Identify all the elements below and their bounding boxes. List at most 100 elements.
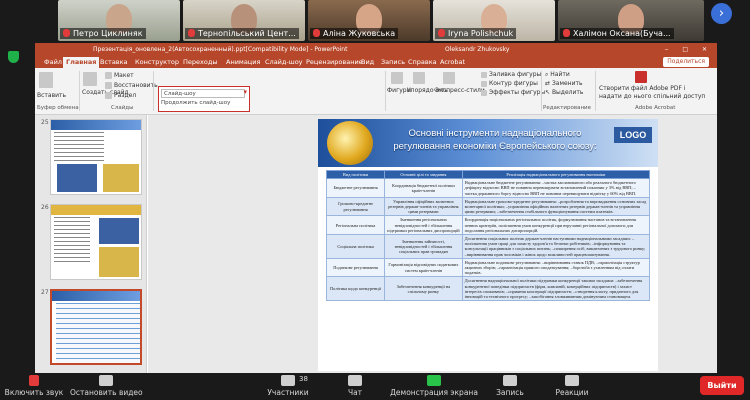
participant-tile[interactable]: Тернопільський Цент... <box>183 0 305 41</box>
policy-cell: Регіональна політика <box>325 215 386 236</box>
participant-tile[interactable]: Iryna Polishchuk <box>433 0 555 41</box>
dropdown-item-continue[interactable]: Продолжить слайд-шоу <box>161 100 230 106</box>
participant-tile[interactable]: Аліна Жуковська <box>308 0 430 41</box>
leave-button[interactable]: Выйти <box>700 376 744 395</box>
shapes-button[interactable] <box>391 72 405 84</box>
share-screen-icon <box>427 375 441 386</box>
record-button[interactable]: Запись <box>490 375 530 397</box>
table-header-cell: Основні цілі та завдання <box>384 169 463 180</box>
adobe-label-1[interactable]: Створити файл Adobe PDF і <box>599 85 686 92</box>
adobe-pdf-button[interactable] <box>635 71 649 83</box>
select-button[interactable]: ↖ Выделить <box>545 89 583 96</box>
slide-editor[interactable]: Основні інструменти наднаціонального рег… <box>148 115 717 373</box>
tab-view[interactable]: Вид <box>358 57 377 68</box>
new-slide-button[interactable] <box>83 72 99 86</box>
participants-button[interactable]: Участники <box>258 375 318 397</box>
zoom-meeting-window: Петро Циклиняк Тернопільський Цент... Ал… <box>0 0 750 400</box>
slide-thumbnails-panel[interactable]: 25 26 27 <box>35 115 147 373</box>
policy-cell: Політика щодо конкуренції <box>325 276 386 302</box>
slide-thumbnail[interactable] <box>50 119 142 195</box>
reactions-button[interactable]: Реакции <box>550 375 594 397</box>
tab-animations[interactable]: Анимация <box>223 57 263 68</box>
regulation-cell: Наднаціональне податкове регулювання: –в… <box>461 257 651 278</box>
participant-tile[interactable]: Халімон Оксана(Буча... <box>558 0 704 41</box>
tab-file[interactable]: Файл <box>41 57 65 68</box>
slide-thumbnail-selected[interactable] <box>50 289 142 365</box>
window-controls[interactable]: ‒ □ ✕ <box>665 43 713 56</box>
chat-button[interactable]: Чат <box>340 375 370 397</box>
next-page-chevron-icon[interactable]: › <box>711 3 732 24</box>
adobe-group-label: Adobe Acrobat <box>635 105 676 111</box>
tab-slideshow[interactable]: Слайд-шоу <box>262 57 306 68</box>
mic-muted-icon <box>313 29 320 37</box>
table-row: Податкове регулювання Гармонізація відпо… <box>325 257 651 278</box>
paste-label[interactable]: Вставить <box>37 92 66 99</box>
policy-cell: Податкове регулювання <box>325 257 386 278</box>
record-icon <box>503 375 517 386</box>
slide-number: 26 <box>41 204 49 211</box>
tab-home[interactable]: Главная <box>63 57 100 68</box>
replace-icon: ⇄ <box>545 80 552 87</box>
tab-record[interactable]: Запись <box>378 57 408 68</box>
security-shield-icon[interactable] <box>8 51 19 63</box>
divider <box>541 71 542 111</box>
outline-icon <box>481 80 487 87</box>
arrange-icon <box>413 72 425 84</box>
chat-label: Чат <box>347 388 363 397</box>
unmute-button[interactable]: Включить звук <box>4 375 64 397</box>
reset-icon <box>105 82 112 89</box>
editing-group-label: Редактирование <box>543 105 591 111</box>
policy-table: Вид політики Основні цілі та завдання Ре… <box>325 169 651 302</box>
goal-cell: Забезпечення конкуренції на спільному ри… <box>384 276 463 302</box>
slide-header: Основні інструменти наднаціонального рег… <box>318 119 658 167</box>
tab-acrobat[interactable]: Acrobat <box>437 57 468 68</box>
section-button[interactable]: Раздел <box>105 92 136 99</box>
table-header-row: Вид політики Основні цілі та завдання Ре… <box>325 169 651 180</box>
table-row: Соціальна політика Зменшення зайнятості,… <box>325 234 651 259</box>
ribbon-tabs: Файл Главная Вставка Конструктор Переход… <box>35 56 717 68</box>
tab-insert[interactable]: Вставка <box>97 57 131 68</box>
arrange-button[interactable] <box>413 72 427 84</box>
shape-outline-button[interactable]: Контур фигуры <box>481 80 538 87</box>
quick-styles-label[interactable]: Экспресс-стили <box>435 87 485 94</box>
dropdown-item-slideshow[interactable]: Слайд-шоу <box>161 89 245 98</box>
participant-tile[interactable]: Петро Циклиняк <box>58 0 180 41</box>
section-icon <box>105 92 112 99</box>
divider <box>595 71 596 111</box>
adobe-label-2[interactable]: надати до нього спільний доступ <box>599 93 705 100</box>
tab-review[interactable]: Рецензирование <box>303 57 366 68</box>
tab-design[interactable]: Конструктор <box>132 57 182 68</box>
quick-styles-button[interactable] <box>443 72 457 84</box>
chat-icon <box>348 375 362 386</box>
current-slide[interactable]: Основні інструменти наднаціонального рег… <box>318 119 658 371</box>
slideshow-dropdown[interactable]: Слайд-шоу ▾ Продолжить слайд-шоу <box>158 86 250 112</box>
tab-help[interactable]: Справка <box>405 57 440 68</box>
participants-icon <box>281 375 295 386</box>
find-button[interactable]: ⌕ Найти <box>545 71 570 79</box>
share-screen-button[interactable]: Демонстрация экрана <box>384 375 484 397</box>
replace-button[interactable]: ⇄ Заменить <box>545 80 583 87</box>
shape-effects-button[interactable]: Эффекты фигуры <box>481 89 545 96</box>
goal-cell: Управління офіційних валютних резервів д… <box>384 196 463 217</box>
slide-title: Основні інструменти наднаціонального рег… <box>393 128 597 152</box>
participant-name: Iryna Polishchuk <box>435 28 517 39</box>
layout-button[interactable]: Макет <box>105 72 134 79</box>
slide-thumbnail[interactable] <box>50 204 142 280</box>
table-header-cell: Вид політики <box>325 169 386 180</box>
meeting-controls-bar: Включить звук Остановить видео Участники… <box>0 373 750 400</box>
mic-muted-icon <box>438 29 445 37</box>
regulation-cell: Координація національних регіональних по… <box>461 215 651 236</box>
styles-icon <box>443 72 455 84</box>
new-slide-icon <box>83 72 97 86</box>
regulation-cell: Досягнення наднаціональної політики підт… <box>461 276 651 302</box>
paste-button[interactable] <box>39 72 55 88</box>
shape-fill-button[interactable]: Заливка фигуры <box>481 71 541 78</box>
tab-transitions[interactable]: Переходы <box>180 57 220 68</box>
goal-cell: Зменшення зайнятості, невідповідностей і… <box>384 234 463 259</box>
share-button[interactable]: Поделиться <box>663 57 709 67</box>
stop-video-button[interactable]: Остановить видео <box>70 375 143 397</box>
reset-button[interactable]: Восстановить <box>105 82 158 89</box>
participants-strip: Петро Циклиняк Тернопільський Цент... Ал… <box>0 0 750 42</box>
cursor-icon: ↖ <box>545 89 552 96</box>
close-icon[interactable]: ▾ <box>243 88 247 96</box>
